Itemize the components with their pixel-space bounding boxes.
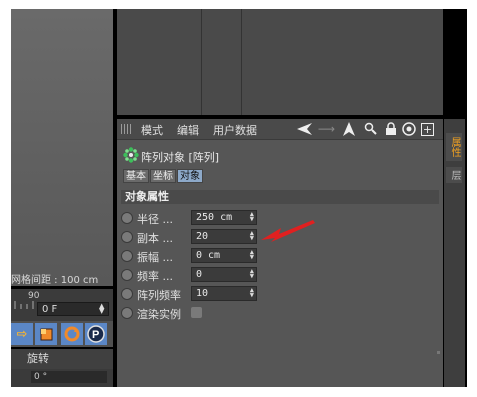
- svg-text:P: P: [92, 329, 99, 341]
- menu-user-data[interactable]: 用户数据: [213, 122, 257, 138]
- field-value: 0 cm: [196, 250, 221, 261]
- property-row-array-frequency: 阵列频率 10 ▲ ▼: [121, 285, 321, 303]
- add-panel-icon[interactable]: +: [421, 123, 434, 136]
- spinner[interactable]: ▲ ▼: [250, 211, 254, 223]
- animate-radio[interactable]: [121, 307, 133, 319]
- animate-radio[interactable]: [121, 250, 133, 262]
- transport-toolbar: ⇨ P: [11, 321, 113, 347]
- animate-radio[interactable]: [121, 212, 133, 224]
- field-value: 10: [196, 288, 209, 299]
- side-tab-attributes[interactable]: 属性: [446, 133, 462, 161]
- animate-radio[interactable]: [121, 231, 133, 243]
- up-arrow-icon[interactable]: [341, 121, 356, 136]
- forward-arrow-icon[interactable]: ⟶: [318, 121, 335, 136]
- frequency-field[interactable]: 0 ▲ ▼: [191, 267, 257, 282]
- render-instances-checkbox[interactable]: [191, 307, 202, 318]
- refresh-icon[interactable]: [61, 323, 83, 345]
- amplitude-field[interactable]: 0 cm ▲ ▼: [191, 248, 257, 263]
- cube-icon[interactable]: [35, 323, 57, 345]
- annotation-arrow-icon: [261, 220, 315, 242]
- divider: [201, 9, 202, 115]
- resize-handle[interactable]: [437, 351, 440, 354]
- copies-field[interactable]: 20 ▲ ▼: [191, 229, 257, 244]
- tab-coord[interactable]: 坐标: [150, 169, 176, 183]
- object-title: 阵列对象 [阵列]: [141, 151, 220, 164]
- property-label: 振幅 ...: [137, 251, 173, 264]
- rotate-label: 旋转: [11, 349, 113, 369]
- target-icon[interactable]: [401, 121, 416, 136]
- property-label: 副本 ...: [137, 232, 173, 245]
- field-value: 20: [196, 231, 209, 242]
- app-window: 网格间距 : 100 cm 90 0 F ▲ ▼ ⇨ P 旋转 0 ° 模式 编…: [11, 9, 467, 387]
- array-frequency-field[interactable]: 10 ▲ ▼: [191, 286, 257, 301]
- attribute-tabs: 基本 坐标 对象: [123, 169, 204, 183]
- animate-radio[interactable]: [121, 288, 133, 300]
- spinner[interactable]: ▲ ▼: [250, 268, 254, 280]
- section-object-properties: 对象属性: [121, 190, 439, 204]
- array-object-icon: [123, 147, 139, 163]
- property-label: 渲染实例: [137, 308, 181, 321]
- attribute-manager: 模式 编辑 用户数据 ⟶ + 阵列对象 [阵列] 基本 坐标 对象 对象属性 半…: [117, 119, 443, 387]
- menu-mode[interactable]: 模式: [141, 122, 163, 138]
- field-value: 0: [196, 269, 203, 280]
- grid-spacing-label: 网格间距 : 100 cm: [11, 275, 99, 286]
- property-label: 阵列频率: [137, 289, 181, 302]
- attribute-menubar: 模式 编辑 用户数据 ⟶ +: [117, 119, 443, 140]
- timeline-ticks: [14, 301, 34, 309]
- viewport-top[interactable]: [117, 9, 443, 115]
- lock-icon[interactable]: [383, 121, 398, 136]
- animate-radio[interactable]: [121, 269, 133, 281]
- divider: [241, 9, 242, 115]
- viewport-perspective[interactable]: [11, 9, 113, 286]
- property-row-frequency: 频率 ... 0 ▲ ▼: [121, 266, 321, 284]
- property-label: 频率 ...: [137, 270, 173, 283]
- spinner[interactable]: ▲ ▼: [250, 287, 254, 299]
- grip-handle[interactable]: [121, 124, 133, 134]
- spinner[interactable]: ▲ ▼: [250, 230, 254, 242]
- bottom-strip: 0 °: [11, 369, 113, 387]
- radius-field[interactable]: 250 cm ▲ ▼: [191, 210, 257, 225]
- search-icon[interactable]: [363, 121, 378, 136]
- tab-basic[interactable]: 基本: [123, 169, 149, 183]
- back-arrow-icon[interactable]: [297, 121, 312, 136]
- menu-edit[interactable]: 编辑: [177, 122, 199, 138]
- property-label: 半径 ...: [137, 213, 173, 226]
- p-icon[interactable]: P: [85, 323, 107, 345]
- frame-spinner[interactable]: ▲ ▼: [99, 303, 104, 315]
- timeline[interactable]: 90 0 F ▲ ▼: [11, 289, 113, 321]
- side-tab-layers[interactable]: 层: [446, 167, 462, 183]
- spinner[interactable]: ▲ ▼: [250, 249, 254, 261]
- side-tab-strip: 属性 层: [444, 119, 465, 387]
- timeline-tick: 90: [28, 291, 40, 301]
- arrow-icon[interactable]: ⇨: [11, 323, 33, 345]
- field-value: 250 cm: [196, 212, 233, 223]
- property-row-render-instances: 渲染实例: [121, 304, 321, 322]
- tab-object[interactable]: 对象: [177, 169, 203, 183]
- rotation-field[interactable]: 0 °: [31, 371, 107, 383]
- property-row-amplitude: 振幅 ... 0 cm ▲ ▼: [121, 247, 321, 265]
